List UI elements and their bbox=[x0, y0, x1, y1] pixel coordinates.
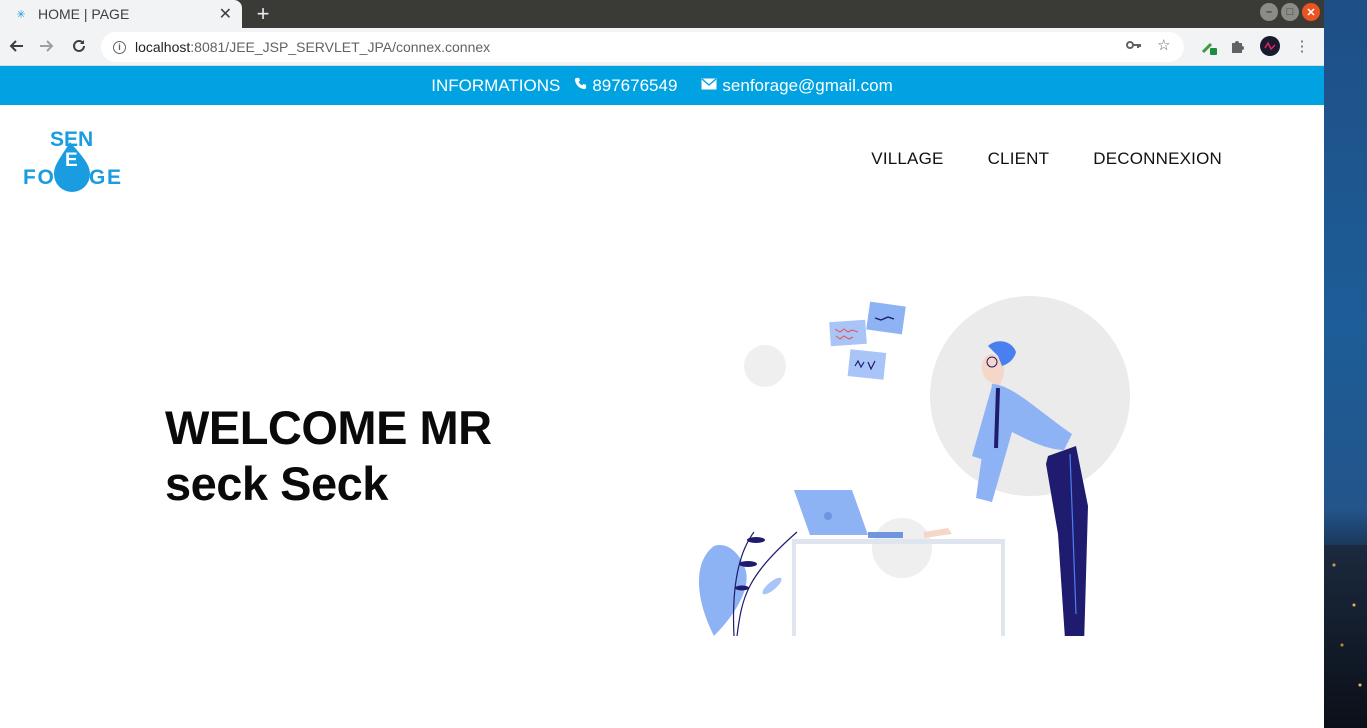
forward-arrow-icon bbox=[40, 40, 54, 52]
info-email: senforage@gmail.com bbox=[701, 75, 893, 96]
site-info-icon[interactable]: i bbox=[113, 40, 126, 54]
main-nav: VILLAGE CLIENT DECONNEXION bbox=[871, 149, 1222, 169]
svg-text:FORAGE: FORAGE bbox=[23, 166, 121, 189]
email-address: senforage@gmail.com bbox=[722, 75, 893, 95]
forward-button[interactable] bbox=[35, 34, 59, 58]
tab-close-icon[interactable]: ✕ bbox=[219, 4, 232, 24]
phone-number: 897676549 bbox=[592, 75, 678, 95]
welcome-line-1: WELCOME MR bbox=[165, 401, 492, 454]
info-bar: INFORMATIONS 897676549 senforage@gmail.c… bbox=[0, 66, 1324, 105]
sticky-notes bbox=[829, 301, 906, 380]
senforage-logo[interactable]: SEN E FORAGE bbox=[22, 126, 126, 192]
info-label: INFORMATIONS bbox=[431, 75, 561, 95]
browser-menu-icon[interactable]: ⋮ bbox=[1292, 36, 1312, 56]
welcome-heading: WELCOME MR seck Seck bbox=[165, 400, 585, 512]
address-bar[interactable]: i localhost:8081/JEE_JSP_SERVLET_JPA/con… bbox=[101, 32, 1184, 62]
info-phone: 897676549 bbox=[574, 76, 677, 96]
phone-icon bbox=[574, 77, 587, 94]
minimize-button[interactable]: – bbox=[1260, 3, 1278, 21]
favicon-icon: ✳ bbox=[16, 8, 26, 21]
nav-deconnexion[interactable]: DECONNEXION bbox=[1093, 149, 1222, 169]
workspace-illustration bbox=[699, 296, 1130, 636]
browser-toolbar: i localhost:8081/JEE_JSP_SERVLET_JPA/con… bbox=[0, 28, 1324, 66]
city-lights bbox=[1324, 545, 1367, 728]
browser-window: ✳ HOME | PAGE ✕ + – □ ✕ i localhost:8081… bbox=[0, 0, 1324, 728]
window-controls: – □ ✕ bbox=[1260, 3, 1320, 21]
key-icon[interactable] bbox=[1126, 38, 1142, 55]
welcome-line-2: seck Seck bbox=[165, 457, 388, 510]
reload-icon bbox=[73, 39, 85, 52]
back-arrow-icon bbox=[9, 40, 23, 52]
back-button[interactable] bbox=[4, 34, 28, 58]
nav-client[interactable]: CLIENT bbox=[988, 149, 1050, 169]
page-content: INFORMATIONS 897676549 senforage@gmail.c… bbox=[0, 66, 1324, 728]
browser-tab[interactable]: ✳ HOME | PAGE ✕ bbox=[0, 0, 242, 28]
reload-button[interactable] bbox=[67, 34, 91, 58]
extensions-puzzle-icon[interactable] bbox=[1228, 36, 1248, 56]
maximize-button[interactable]: □ bbox=[1281, 3, 1299, 21]
envelope-icon bbox=[701, 77, 717, 94]
desktop-wallpaper bbox=[1324, 0, 1367, 728]
plant bbox=[699, 531, 798, 636]
window-close-button[interactable]: ✕ bbox=[1302, 3, 1320, 21]
profile-avatar-icon[interactable] bbox=[1260, 36, 1280, 56]
url-path: :8081/JEE_JSP_SERVLET_JPA/connex.connex bbox=[190, 39, 491, 55]
svg-text:SEN: SEN bbox=[50, 128, 93, 151]
tab-strip: ✳ HOME | PAGE ✕ + – □ ✕ bbox=[0, 0, 1324, 28]
bookmark-star-icon[interactable]: ☆ bbox=[1157, 36, 1170, 54]
nav-village[interactable]: VILLAGE bbox=[871, 149, 943, 169]
new-tab-button[interactable]: + bbox=[253, 0, 273, 28]
tab-title: HOME | PAGE bbox=[38, 6, 130, 22]
extension-eyedropper-icon[interactable] bbox=[1199, 36, 1219, 56]
url-host: localhost bbox=[135, 39, 191, 55]
